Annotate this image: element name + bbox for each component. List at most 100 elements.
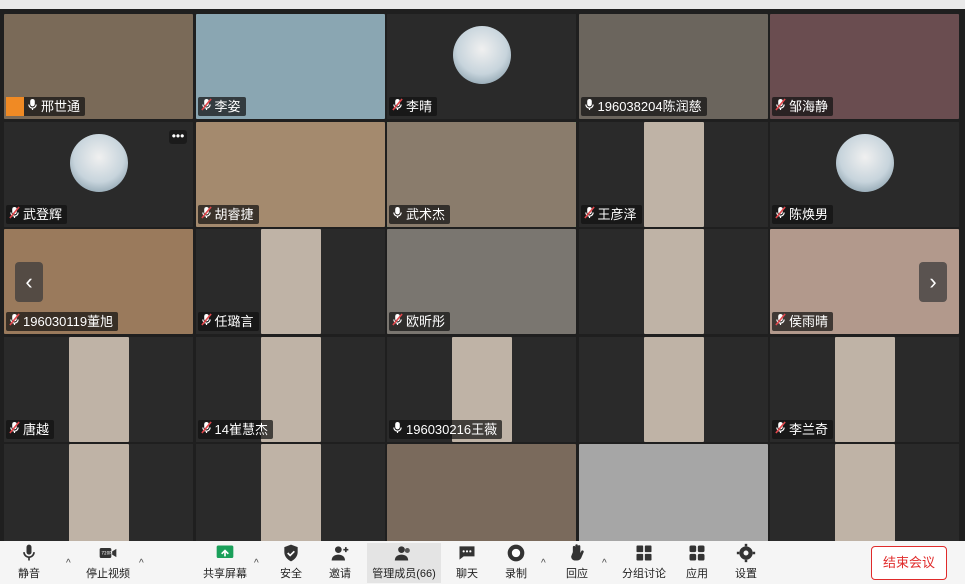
participant-tile[interactable]: 胡睿捷 (195, 121, 385, 227)
reactions-options-chevron-icon[interactable]: ^ (602, 558, 607, 569)
participant-name-tag: 胡睿捷 (197, 204, 259, 224)
participant-tile[interactable] (4, 444, 193, 549)
participant-name-tag: 欧昕彤 (389, 312, 451, 331)
mute-label: 静音 (18, 568, 40, 580)
participant-name: 196030119董旭 (23, 314, 114, 329)
participant-video (260, 229, 321, 334)
participant-tile[interactable] (195, 444, 385, 549)
microphone-muted-icon (775, 420, 786, 439)
participant-video (643, 229, 704, 334)
avatar (453, 26, 511, 84)
participant-tile[interactable]: 唐越 (4, 336, 193, 442)
participant-tile[interactable]: 王彦泽 (578, 121, 768, 227)
record-button[interactable]: 录制 (505, 543, 527, 583)
participant-name: 邢世通 (41, 99, 81, 114)
participant-video (387, 444, 576, 549)
participants-icon (394, 546, 410, 561)
participant-tile[interactable]: 欧昕彤 (387, 229, 576, 334)
participant-tile[interactable]: 李兰奇 (770, 336, 959, 442)
meeting-toolbar: 静音 ^ 720P 停止视频 ^ 共享屏幕 ^ 安全 邀请 管理成员(66) 聊… (0, 541, 965, 584)
participant-name: 武登辉 (23, 206, 63, 222)
microphone-muted-icon (775, 97, 786, 116)
participant-tile[interactable]: 196030216王薇 (387, 336, 576, 442)
participant-tile[interactable]: ••• 武登辉 (4, 121, 193, 227)
participant-tile[interactable] (578, 229, 768, 334)
participant-name-tag: 唐越 (6, 419, 55, 439)
security-label: 安全 (280, 568, 302, 580)
gear-icon (736, 543, 756, 563)
participant-tile[interactable]: 邢世通 (4, 14, 193, 119)
breakout-rooms-icon (636, 545, 652, 561)
participant-video (260, 444, 321, 549)
participant-tile[interactable]: 任璐言 (195, 229, 385, 334)
breakout-rooms-button[interactable]: 分组讨论 (622, 543, 666, 583)
microphone-muted-icon (392, 312, 403, 331)
microphone-muted-icon (775, 205, 786, 224)
participant-name: 14崔慧杰 (214, 421, 268, 437)
previous-page-button[interactable]: ‹ (15, 262, 43, 302)
apps-button[interactable]: 应用 (686, 543, 708, 583)
more-options-icon[interactable]: ••• (169, 129, 187, 144)
participant-tile[interactable]: 李姿 (195, 14, 385, 119)
video-options-chevron-icon[interactable]: ^ (139, 558, 144, 569)
participant-name: 侯雨晴 (789, 314, 829, 329)
participant-name: 武术杰 (406, 206, 446, 222)
record-icon (507, 544, 525, 562)
gallery-view: 邢世通 李姿 李晴 196038204陈润慈 邹海静 ••• 武登辉 胡睿捷 武术杰 王彦泽 陈焕男… (4, 14, 959, 549)
settings-button[interactable]: 设置 (735, 543, 757, 583)
participant-name-tag: 196038204陈润慈 (580, 97, 707, 116)
participant-tile[interactable]: 14崔慧杰 (195, 336, 385, 442)
reactions-button[interactable]: 回应 (566, 543, 588, 583)
participant-tile[interactable]: 陈焕男 (770, 121, 959, 227)
participant-video (835, 444, 895, 549)
participant-tile[interactable] (578, 444, 768, 549)
participant-tile[interactable]: 武术杰 (387, 121, 576, 227)
participant-tile[interactable]: 邹海静 (770, 14, 959, 119)
manage-participants-button[interactable]: 管理成员(66) (367, 543, 441, 583)
mute-options-chevron-icon[interactable]: ^ (66, 558, 71, 569)
microphone-muted-icon (583, 205, 595, 224)
end-meeting-button[interactable]: 结束会议 (871, 546, 947, 580)
participant-name-tag: 李姿 (197, 97, 246, 116)
video-camera-icon: 720P (99, 548, 117, 558)
microphone-muted-icon (775, 312, 786, 331)
microphone-muted-icon (9, 205, 20, 224)
chat-bubble-icon (459, 546, 475, 560)
settings-label: 设置 (735, 568, 757, 580)
participant-name: 李兰奇 (789, 421, 829, 437)
participant-name: 李姿 (214, 99, 241, 114)
participant-name: 任璐言 (214, 314, 254, 329)
participant-name: 196030216王薇 (406, 421, 498, 437)
participant-tile[interactable] (770, 444, 959, 549)
participant-name-tag: 武登辉 (6, 204, 68, 224)
security-button[interactable]: 安全 (280, 543, 302, 583)
participant-name-tag: 王彦泽 (580, 204, 642, 224)
mute-button[interactable]: 静音 (18, 543, 40, 583)
microphone-muted-icon (200, 97, 212, 116)
participant-tile[interactable] (578, 336, 768, 442)
participant-tile[interactable]: 李晴 (387, 14, 576, 119)
participant-name: 王彦泽 (597, 206, 637, 222)
record-options-chevron-icon[interactable]: ^ (541, 558, 546, 569)
chat-button[interactable]: 聊天 (456, 543, 478, 583)
participant-name-tag: 邹海静 (772, 97, 834, 116)
next-page-button[interactable]: › (919, 262, 947, 302)
participant-name: 陈焕男 (789, 206, 829, 222)
share-options-chevron-icon[interactable]: ^ (254, 558, 259, 569)
reactions-label: 回应 (566, 568, 588, 580)
share-screen-icon (216, 545, 234, 558)
share-screen-button[interactable]: 共享屏幕 (203, 543, 247, 583)
participant-name-tag: 武术杰 (389, 204, 451, 224)
participant-tile[interactable] (387, 444, 576, 549)
stop-video-button[interactable]: 720P 停止视频 (86, 543, 130, 583)
participant-name-tag: 侯雨晴 (772, 312, 834, 331)
participant-tile[interactable]: 196038204陈润慈 (578, 14, 768, 119)
top-system-bar (0, 0, 965, 9)
reaction-hand-icon (571, 544, 584, 561)
participant-name-tag: 任璐言 (197, 312, 259, 331)
microphone-muted-icon (200, 420, 212, 439)
invite-button[interactable]: 邀请 (329, 543, 351, 583)
microphone-muted-icon (9, 420, 20, 439)
participant-video (69, 336, 129, 442)
microphone-muted-icon (200, 205, 212, 224)
